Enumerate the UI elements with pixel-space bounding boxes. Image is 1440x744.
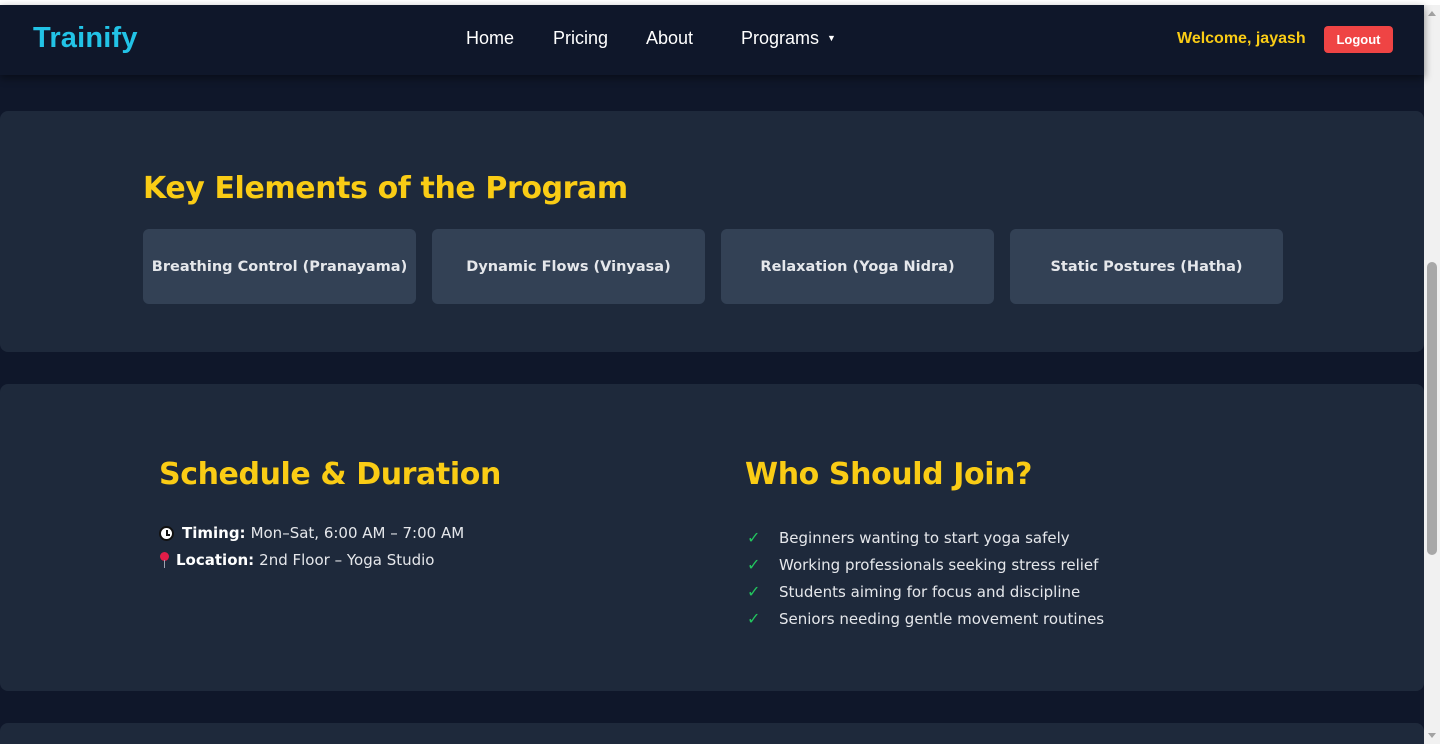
welcome-text: Welcome, jayash xyxy=(1177,30,1306,47)
element-card: Static Postures (Hatha) xyxy=(1010,229,1283,304)
who-list: ✓ Beginners wanting to start yoga safely… xyxy=(747,524,1104,632)
who-heading: Who Should Join? xyxy=(745,457,1033,492)
navbar: Trainify Home Pricing About Programs ▼ W… xyxy=(0,5,1424,75)
list-item: ✓ Seniors needing gentle movement routin… xyxy=(747,605,1104,632)
pin-icon xyxy=(159,552,171,568)
list-item-text: Beginners wanting to start yoga safely xyxy=(779,528,1070,547)
nav-programs-label: Programs xyxy=(741,28,820,48)
element-card: Dynamic Flows (Vinyasa) xyxy=(432,229,705,304)
nav-link-pricing[interactable]: Pricing xyxy=(553,28,608,49)
nav-link-about[interactable]: About xyxy=(646,28,693,49)
timing-label: Timing: xyxy=(182,524,246,542)
location-value: 2nd Floor – Yoga Studio xyxy=(259,551,435,569)
list-item: ✓ Beginners wanting to start yoga safely xyxy=(747,524,1104,551)
check-icon: ✓ xyxy=(747,582,761,601)
check-icon: ✓ xyxy=(747,528,761,547)
next-section xyxy=(0,723,1424,744)
check-icon: ✓ xyxy=(747,609,761,628)
nav-dropdown-programs[interactable]: Programs ▼ xyxy=(741,28,836,49)
schedule-heading: Schedule & Duration xyxy=(159,457,501,492)
check-icon: ✓ xyxy=(747,555,761,574)
schedule-who-section: Schedule & Duration Timing: Mon–Sat, 6:0… xyxy=(0,384,1424,691)
scroll-down-arrow-icon[interactable] xyxy=(1428,733,1436,738)
list-item: ✓ Students aiming for focus and discipli… xyxy=(747,578,1104,605)
key-elements-section: Key Elements of the Program Breathing Co… xyxy=(0,111,1424,352)
list-item-text: Seniors needing gentle movement routines xyxy=(779,609,1105,628)
chevron-down-icon: ▼ xyxy=(827,32,836,43)
scroll-up-arrow-icon[interactable] xyxy=(1428,11,1436,16)
element-card: Breathing Control (Pranayama) xyxy=(143,229,416,304)
timing-line: Timing: Mon–Sat, 6:00 AM – 7:00 AM xyxy=(159,524,464,542)
key-elements-heading: Key Elements of the Program xyxy=(143,171,628,206)
nav-link-home[interactable]: Home xyxy=(466,28,514,49)
clock-icon xyxy=(159,525,174,541)
logout-button[interactable]: Logout xyxy=(1324,26,1393,53)
brand-logo[interactable]: Trainify xyxy=(33,22,138,55)
page: Trainify Home Pricing About Programs ▼ W… xyxy=(0,5,1424,744)
scrollbar-thumb[interactable] xyxy=(1427,262,1437,555)
list-item-text: Working professionals seeking stress rel… xyxy=(779,555,1099,574)
element-card: Relaxation (Yoga Nidra) xyxy=(721,229,994,304)
timing-value: Mon–Sat, 6:00 AM – 7:00 AM xyxy=(250,524,465,542)
list-item-text: Students aiming for focus and discipline xyxy=(779,582,1081,601)
location-label: Location: xyxy=(176,551,255,569)
vertical-scrollbar[interactable] xyxy=(1424,5,1440,744)
list-item: ✓ Working professionals seeking stress r… xyxy=(747,551,1104,578)
location-line: Location: 2nd Floor – Yoga Studio xyxy=(159,551,434,569)
